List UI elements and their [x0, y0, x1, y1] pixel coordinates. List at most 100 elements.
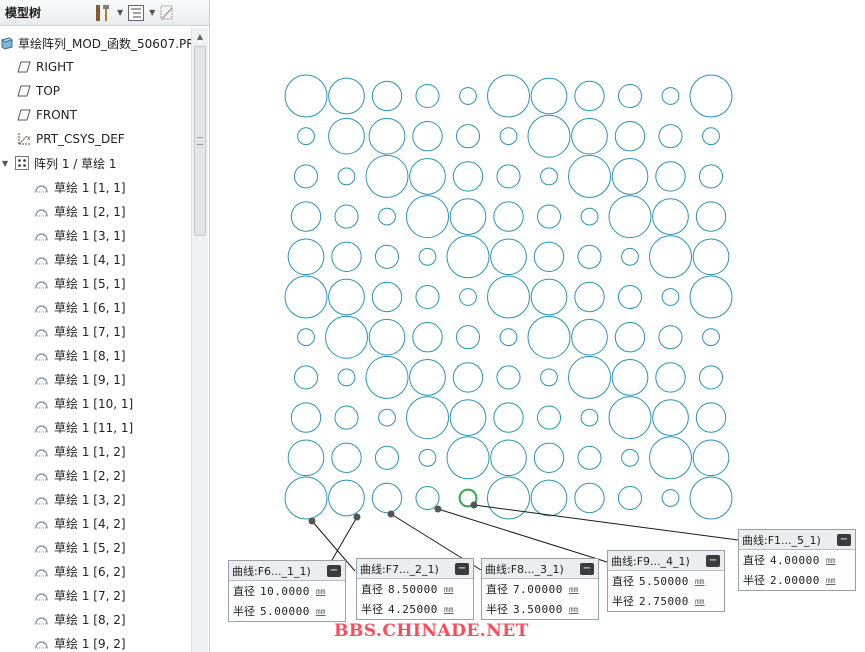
sketch-circle[interactable]: [374, 445, 400, 470]
sketch-circle[interactable]: [574, 80, 605, 112]
collapse-icon[interactable]: −: [837, 533, 851, 546]
tree-columns-button[interactable]: ▼: [127, 2, 155, 24]
collapse-icon[interactable]: −: [580, 562, 594, 575]
tree-sketch-item[interactable]: 草绘 1 [7, 1]: [34, 320, 191, 342]
tree-sketch-item[interactable]: 草绘 1 [7, 2]: [34, 584, 191, 606]
sketch-circle[interactable]: [287, 238, 325, 276]
tree-show-button[interactable]: [159, 2, 175, 24]
sketch-circle[interactable]: [536, 405, 562, 430]
sketch-circle[interactable]: [328, 77, 365, 115]
sketch-circle[interactable]: [527, 315, 571, 359]
sketch-circle[interactable]: [692, 238, 730, 276]
sketch-circle[interactable]: [418, 247, 437, 266]
sketch-circle[interactable]: [695, 201, 727, 232]
sketch-circle[interactable]: [415, 485, 440, 511]
sketch-circle[interactable]: [649, 436, 692, 480]
tree-sketch-item[interactable]: 草绘 1 [3, 1]: [34, 224, 191, 246]
sketch-circle[interactable]: [455, 124, 481, 149]
sketch-circle[interactable]: [530, 278, 568, 316]
scroll-thumb[interactable]: [194, 46, 206, 236]
sketch-circle[interactable]: [331, 241, 362, 272]
measure-box-3[interactable]: 曲线:F8..._3_1) − 直径 7.00000 mm 半径 3.50000…: [481, 558, 599, 620]
sketch-circle[interactable]: [331, 442, 362, 473]
collapse-icon[interactable]: −: [455, 562, 469, 575]
sketch-circle[interactable]: [487, 275, 530, 319]
tree-sketch-item[interactable]: 草绘 1 [6, 2]: [34, 560, 191, 582]
sketch-circle[interactable]: [661, 489, 680, 507]
sketch-circle[interactable]: [365, 355, 409, 399]
sketch-circle[interactable]: [490, 439, 527, 477]
sketch-circle[interactable]: [452, 161, 484, 192]
sketch-circle[interactable]: [698, 365, 724, 390]
sketch-circle[interactable]: [293, 365, 319, 390]
sketch-circle[interactable]: [493, 402, 524, 433]
sketch-circle[interactable]: [374, 244, 400, 269]
sketch-circle[interactable]: [297, 127, 315, 146]
sketch-circle[interactable]: [533, 442, 565, 473]
tree-sketch-item[interactable]: 草绘 1 [2, 1]: [34, 200, 191, 222]
tree-sketch-item[interactable]: 草绘 1 [1, 2]: [34, 440, 191, 462]
measure-box-2[interactable]: 曲线:F7..._2_1) − 直径 8.50000 mm 半径 4.25000…: [356, 558, 474, 620]
sketch-circle[interactable]: [412, 121, 443, 152]
sketch-circle[interactable]: [621, 247, 639, 266]
sketch-circle[interactable]: [536, 204, 562, 229]
sketch-circle[interactable]: [614, 121, 646, 152]
sketch-circle[interactable]: [608, 396, 652, 440]
sketch-circle[interactable]: [698, 164, 724, 189]
sketch-circle[interactable]: [459, 87, 477, 105]
sketch-circle[interactable]: [621, 448, 639, 467]
sketch-circle[interactable]: [499, 127, 518, 146]
tree-sketch-item[interactable]: 草绘 1 [6, 1]: [34, 296, 191, 318]
tree-sketch-item[interactable]: 草绘 1 [8, 1]: [34, 344, 191, 366]
sketch-circle[interactable]: [487, 74, 530, 118]
tree-pattern[interactable]: ▼ 阵列 1 / 草绘 1: [2, 152, 191, 174]
sketch-circle[interactable]: [568, 154, 611, 198]
tree-sketch-item[interactable]: 草绘 1 [5, 1]: [34, 272, 191, 294]
sketch-circle[interactable]: [328, 479, 365, 517]
sketch-circle[interactable]: [608, 195, 652, 239]
tree-sketch-item[interactable]: 草绘 1 [2, 2]: [34, 464, 191, 486]
sketch-circle[interactable]: [297, 328, 315, 347]
sketch-circle[interactable]: [496, 365, 521, 390]
sketch-circle[interactable]: [658, 124, 683, 149]
tree-sketch-item[interactable]: 草绘 1 [10, 1]: [34, 392, 191, 414]
sketch-circle[interactable]: [530, 479, 568, 517]
sketch-circle[interactable]: [568, 355, 611, 399]
sketch-circle[interactable]: [617, 83, 643, 109]
tree-root-part[interactable]: 草绘阵列_MOD_函数_50607.PRT: [0, 32, 191, 54]
sketch-circle[interactable]: [293, 164, 319, 189]
sketch-circle[interactable]: [689, 74, 733, 118]
sketch-circle[interactable]: [328, 278, 365, 316]
tree-settings-button[interactable]: ▼: [93, 2, 123, 24]
sketch-circle[interactable]: [378, 207, 396, 226]
tree-sketch-item[interactable]: 草绘 1 [4, 2]: [34, 512, 191, 534]
sketch-circle[interactable]: [533, 241, 565, 272]
sketch-circle[interactable]: [290, 402, 322, 433]
sketch-circle[interactable]: [652, 399, 689, 436]
sketch-circle[interactable]: [337, 368, 356, 387]
sketch-circle[interactable]: [658, 325, 683, 350]
tree-sketch-item[interactable]: 草绘 1 [9, 2]: [34, 632, 191, 652]
sketch-circle[interactable]: [290, 201, 322, 232]
tree-sketch-item[interactable]: 草绘 1 [3, 2]: [34, 488, 191, 510]
sketch-circle[interactable]: [284, 74, 328, 118]
sketch-circle[interactable]: [527, 114, 571, 158]
sketch-circle[interactable]: [406, 396, 449, 440]
tree-sketch-item[interactable]: 草绘 1 [8, 2]: [34, 608, 191, 630]
sketch-circle[interactable]: [446, 436, 490, 480]
tree-sketch-item[interactable]: 草绘 1 [1, 1]: [34, 176, 191, 198]
sketch-circle[interactable]: [702, 328, 720, 347]
sketch-circle[interactable]: [493, 201, 524, 232]
collapse-triangle-icon[interactable]: ▼: [2, 159, 12, 168]
sketch-circle[interactable]: [652, 198, 689, 235]
sketch-circle[interactable]: [368, 117, 406, 155]
sketch-circle[interactable]: [449, 399, 487, 436]
sketch-circle[interactable]: [409, 359, 446, 396]
tree-csys[interactable]: x PRT_CSYS_DEF: [16, 128, 191, 150]
sketch-circle[interactable]: [418, 448, 437, 467]
tree-sketch-item[interactable]: 草绘 1 [11, 1]: [34, 416, 191, 438]
sketch-circle[interactable]: [655, 362, 686, 393]
sketch-circle[interactable]: [689, 476, 733, 520]
measure-box-4[interactable]: 曲线:F9..._4_1) − 直径 5.50000 mm 半径 2.75000…: [607, 550, 725, 612]
tree-datum-right[interactable]: RIGHT: [16, 56, 191, 78]
